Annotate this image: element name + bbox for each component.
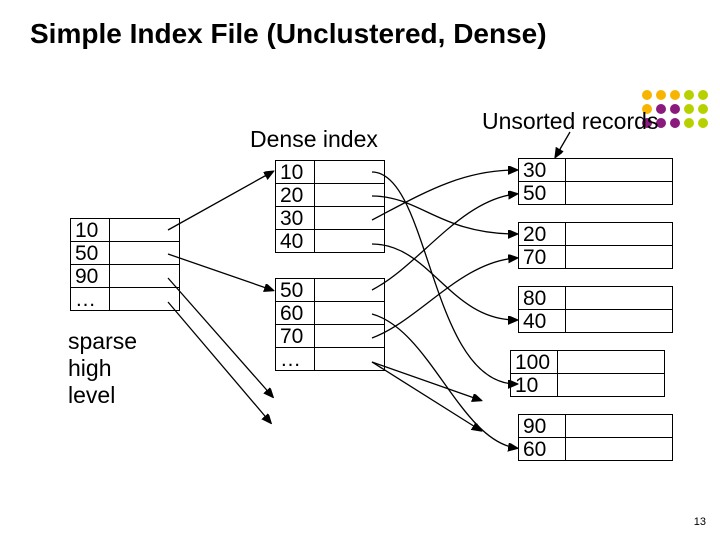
- dense-index-block-2: 50 60 70 …: [275, 278, 385, 371]
- table-row: …: [71, 288, 180, 311]
- dense-ptr: [315, 348, 385, 371]
- table-row: 20: [519, 223, 673, 246]
- table-row: 40: [276, 230, 385, 253]
- table-row: 10: [511, 374, 665, 397]
- dense-cell: 60: [276, 302, 315, 325]
- table-row: 30: [276, 207, 385, 230]
- table-row: 60: [519, 438, 673, 461]
- table-row: 50: [276, 279, 385, 302]
- sparse-caption-l2: high: [68, 355, 137, 382]
- sparse-cell: 90: [71, 265, 110, 288]
- dense-index-block-1: 10 20 30 40: [275, 160, 385, 253]
- table-row: 50: [519, 182, 673, 205]
- table-row: 80: [519, 287, 673, 310]
- record-cell: 10: [511, 374, 558, 397]
- table-row: 20: [276, 184, 385, 207]
- slide-title: Simple Index File (Unclustered, Dense): [30, 18, 547, 50]
- record-block-1: 20 70: [518, 222, 673, 269]
- record-cell: 80: [519, 287, 566, 310]
- record-cell: 40: [519, 310, 566, 333]
- slide: Simple Index File (Unclustered, Dense) D…: [0, 0, 720, 540]
- sparse-ptr: [110, 242, 180, 265]
- sparse-caption-l3: level: [68, 382, 137, 409]
- table-row: 30: [519, 159, 673, 182]
- dense-cell: 40: [276, 230, 315, 253]
- sparse-cell: 10: [71, 219, 110, 242]
- dense-ptr: [315, 207, 385, 230]
- dense-ptr: [315, 325, 385, 348]
- sparse-cell: 50: [71, 242, 110, 265]
- table-row: 90: [71, 265, 180, 288]
- record-block-3: 100 10: [510, 350, 665, 397]
- sparse-ptr: [110, 265, 180, 288]
- dense-cell: 50: [276, 279, 315, 302]
- record-cell: 60: [519, 438, 566, 461]
- table-row: 100: [511, 351, 665, 374]
- table-row: 10: [71, 219, 180, 242]
- sparse-caption-l1: sparse: [68, 328, 137, 355]
- dense-ptr: [315, 161, 385, 184]
- record-cell: 90: [519, 415, 566, 438]
- sparse-ptr: [110, 219, 180, 242]
- table-row: 70: [519, 246, 673, 269]
- record-cell: 20: [519, 223, 566, 246]
- dense-ptr: [315, 184, 385, 207]
- record-cell: 30: [519, 159, 566, 182]
- dense-cell: 70: [276, 325, 315, 348]
- record-cell: 50: [519, 182, 566, 205]
- dense-cell: 20: [276, 184, 315, 207]
- table-row: 70: [276, 325, 385, 348]
- record-block-4: 90 60: [518, 414, 673, 461]
- sparse-ptr: [110, 288, 180, 311]
- dense-index-label: Dense index: [250, 126, 378, 153]
- table-row: 90: [519, 415, 673, 438]
- unsorted-records-label: Unsorted records: [482, 108, 658, 135]
- sparse-index-table: 10 50 90 …: [70, 218, 180, 311]
- table-row: 40: [519, 310, 673, 333]
- dense-cell: 10: [276, 161, 315, 184]
- table-row: 10: [276, 161, 385, 184]
- dense-cell: 30: [276, 207, 315, 230]
- table-row: 50: [71, 242, 180, 265]
- record-cell: 70: [519, 246, 566, 269]
- table-row: 60: [276, 302, 385, 325]
- dense-ptr: [315, 279, 385, 302]
- dense-ptr: [315, 230, 385, 253]
- sparse-cell: …: [71, 288, 110, 311]
- table-row: …: [276, 348, 385, 371]
- record-block-2: 80 40: [518, 286, 673, 333]
- page-number: 13: [694, 516, 706, 528]
- record-block-0: 30 50: [518, 158, 673, 205]
- dense-cell: …: [276, 348, 315, 371]
- dense-ptr: [315, 302, 385, 325]
- record-cell: 100: [511, 351, 558, 374]
- sparse-caption: sparse high level: [68, 328, 137, 409]
